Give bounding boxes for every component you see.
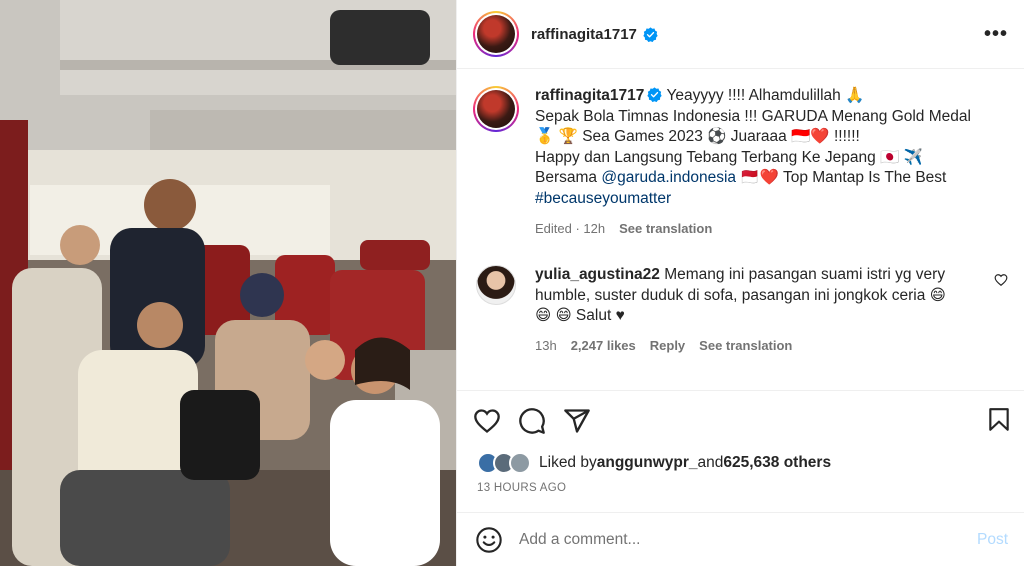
comments-section: raffinagita1717 Yeayyyy !!!! Alhamdulill… (457, 70, 1024, 388)
header-username[interactable]: raffinagita1717 (531, 26, 637, 43)
post-comment-button[interactable]: Post (977, 531, 1008, 549)
caption-line-3: 🥇 🏆 Sea Games 2023 ⚽ Juaraaa 🇮🇩❤️ !!!!!! (535, 128, 860, 146)
comment-meta: 13h 2,247 likes Reply See translation (535, 336, 975, 357)
caption-line-1: raffinagita1717 Yeayyyy !!!! Alhamdulill… (535, 86, 971, 107)
post-photo[interactable] (0, 0, 456, 566)
comment-icon[interactable] (518, 407, 546, 435)
likes-count[interactable]: 625,638 others (723, 454, 831, 472)
emoji-icon[interactable] (475, 526, 503, 554)
likes-prefix: Liked by (539, 454, 597, 471)
liker-avatar[interactable] (509, 452, 531, 474)
post-header: raffinagita1717 ••• (457, 0, 1024, 69)
share-icon[interactable] (563, 407, 591, 435)
action-bar (457, 390, 1024, 450)
mention-link[interactable]: @garuda.indonesia (601, 169, 736, 186)
profile-avatar[interactable] (473, 11, 519, 57)
caption-line-5: Bersama @garuda.indonesia 🇲🇨❤️ Top Manta… (535, 168, 971, 189)
comment-reply-button[interactable]: Reply (650, 336, 685, 357)
post-timestamp[interactable]: 13 HOURS AGO (477, 482, 566, 494)
comment-body: yulia_agustina22 Memang ini pasangan sua… (535, 265, 975, 356)
caption-meta: Edited · 12h See translation (535, 219, 971, 240)
caption-see-translation[interactable]: See translation (619, 219, 712, 240)
caption: raffinagita1717 Yeayyyy !!!! Alhamdulill… (473, 86, 1008, 239)
caption-avatar[interactable] (473, 86, 519, 132)
comment-likes[interactable]: 2,247 likes (571, 336, 636, 357)
likes-summary: Liked by anggunwypr_ and 625,638 others (477, 452, 831, 474)
verified-icon (647, 87, 663, 102)
liked-by-user[interactable]: anggunwypr_ (597, 454, 698, 472)
caption-line-4: Happy dan Langsung Tebang Terbang Ke Jep… (535, 148, 923, 166)
post-panel: raffinagita1717 ••• raffinagita1717 Yeay… (456, 0, 1024, 566)
caption-text-5-prefix: Bersama (535, 169, 602, 187)
caption-edited: Edited · 12h (535, 220, 606, 236)
add-comment-bar: Post (457, 512, 1024, 566)
post-photo-image (0, 0, 456, 566)
comment-username[interactable]: yulia_agustina22 (535, 266, 660, 283)
small-heart-icon[interactable] (994, 273, 1008, 287)
comment-text-2: humble, suster duduk di sofa, pasangan i… (535, 286, 946, 304)
comment-see-translation[interactable]: See translation (699, 336, 792, 357)
header-username-group: raffinagita1717 (531, 26, 658, 43)
caption-username[interactable]: raffinagita1717 (535, 87, 644, 104)
bookmark-icon[interactable] (986, 407, 1012, 433)
caption-body: raffinagita1717 Yeayyyy !!!! Alhamdulill… (535, 86, 971, 239)
caption-text-5-suffix: 🇲🇨❤️ Top Mantap Is The Best (736, 169, 947, 187)
likes-middle: and (697, 454, 724, 471)
comment-time: 13h (535, 337, 557, 353)
comment-avatar[interactable] (476, 265, 516, 306)
hashtag-link[interactable]: #becauseyoumatter (535, 190, 671, 207)
liker-avatars (477, 452, 531, 474)
comment-text-3: 😄 😄 Salut ♥ (535, 307, 625, 325)
comment-text-1: Memang ini pasangan suami istri yg very (659, 266, 946, 284)
heart-icon[interactable] (473, 407, 501, 435)
caption-text-1: Yeayyyy !!!! Alhamdulillah 🙏 (662, 87, 865, 104)
verified-icon (643, 26, 658, 42)
comment-input[interactable] (519, 530, 977, 549)
caption-line-2: Sepak Bola Timnas Indonesia !!! GARUDA M… (535, 107, 971, 125)
comment-item: yulia_agustina22 Memang ini pasangan sua… (473, 265, 1008, 356)
more-icon[interactable]: ••• (984, 24, 1008, 44)
